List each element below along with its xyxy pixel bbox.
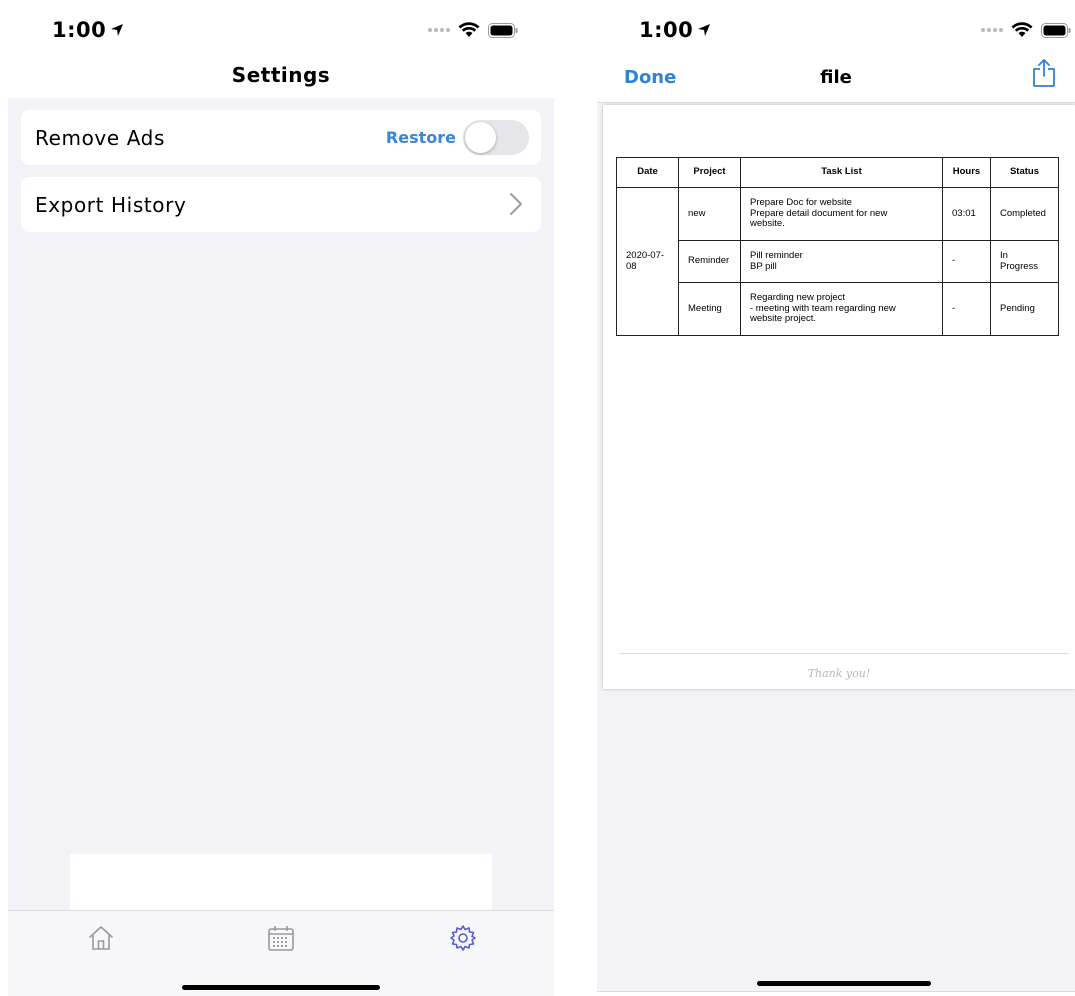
battery-icon	[1041, 22, 1071, 38]
navigation-bar: Done file	[597, 58, 1075, 102]
cell-project: new	[678, 187, 741, 241]
cell-project: Meeting	[678, 282, 741, 336]
remove-ads-label: Remove Ads	[35, 125, 165, 150]
header-status: Status	[990, 157, 1059, 188]
settings-list: Remove Ads Restore Export History	[8, 98, 554, 910]
export-history-label: Export History	[35, 192, 187, 217]
document-footer: Thank you!	[807, 667, 871, 680]
share-button[interactable]	[1031, 58, 1057, 88]
document-page: Date Project Task List Hours Status 2020…	[603, 105, 1075, 689]
file-preview-screen: 1:00 Done file Date Project Task List Ho…	[597, 0, 1075, 996]
cell-project: Reminder	[678, 240, 741, 283]
cell-hours: -	[942, 240, 991, 283]
chevron-right-icon	[510, 193, 522, 215]
cell-hours: 03:01	[942, 187, 991, 241]
header-hours: Hours	[942, 157, 991, 188]
status-bar: 1:00	[0, 0, 558, 60]
table-row: Meeting Regarding new project - meeting …	[617, 282, 1059, 336]
share-icon	[1033, 59, 1055, 87]
status-icons	[981, 22, 1071, 38]
cell-status: In Progress	[990, 240, 1059, 283]
bottom-divider	[597, 991, 1075, 992]
navigation-bar: Settings	[8, 58, 554, 98]
history-table: Date Project Task List Hours Status 2020…	[616, 157, 1059, 336]
cell-task: Prepare Doc for website Prepare detail d…	[740, 187, 943, 241]
home-indicator[interactable]	[182, 985, 380, 990]
wifi-icon	[458, 22, 480, 37]
table-header-row: Date Project Task List Hours Status	[616, 157, 1059, 188]
toggle-knob	[465, 122, 496, 153]
export-history-row[interactable]: Export History	[21, 177, 541, 232]
status-time: 1:00	[52, 18, 124, 42]
gear-icon	[450, 925, 476, 951]
battery-icon	[488, 22, 518, 38]
remove-ads-row: Remove Ads Restore	[21, 110, 541, 165]
wifi-icon	[1011, 22, 1033, 37]
cell-task: Regarding new project - meeting with tea…	[740, 282, 943, 336]
settings-screen: 1:00 Settings Remove Ads Restore Export …	[0, 0, 558, 996]
cell-task: Pill reminder BP pill	[740, 240, 943, 283]
table-row: 2020-07- 08 new Prepare Doc for website …	[616, 187, 1059, 336]
cell-status: Pending	[990, 282, 1059, 336]
signal-icon	[428, 28, 450, 32]
ad-banner[interactable]	[70, 854, 492, 910]
calendar-icon	[268, 926, 294, 951]
status-icons	[428, 22, 518, 38]
cell-date: 2020-07- 08	[616, 187, 679, 336]
home-indicator[interactable]	[757, 981, 931, 986]
remove-ads-toggle[interactable]	[463, 120, 529, 155]
table-row: Reminder Pill reminder BP pill - In Prog…	[617, 240, 1059, 283]
status-time: 1:00	[639, 18, 711, 42]
cell-status: Completed	[990, 187, 1059, 241]
cell-hours: -	[942, 282, 991, 336]
location-arrow-icon	[697, 18, 711, 42]
location-arrow-icon	[110, 18, 124, 42]
page-title: Settings	[231, 63, 331, 87]
restore-button[interactable]: Restore	[386, 128, 456, 147]
tab-bar	[8, 910, 554, 996]
footer-divider	[619, 653, 1069, 654]
tab-home[interactable]	[86, 923, 116, 953]
header-task-list: Task List	[740, 157, 943, 188]
tab-calendar[interactable]	[266, 923, 296, 953]
home-icon	[89, 926, 113, 950]
document-viewer[interactable]: Date Project Task List Hours Status 2020…	[597, 102, 1075, 992]
page-title: file	[820, 67, 852, 88]
header-project: Project	[678, 157, 741, 188]
status-bar: 1:00	[597, 0, 1075, 60]
header-date: Date	[616, 157, 679, 188]
signal-icon	[981, 28, 1003, 32]
tab-settings[interactable]	[448, 923, 478, 953]
